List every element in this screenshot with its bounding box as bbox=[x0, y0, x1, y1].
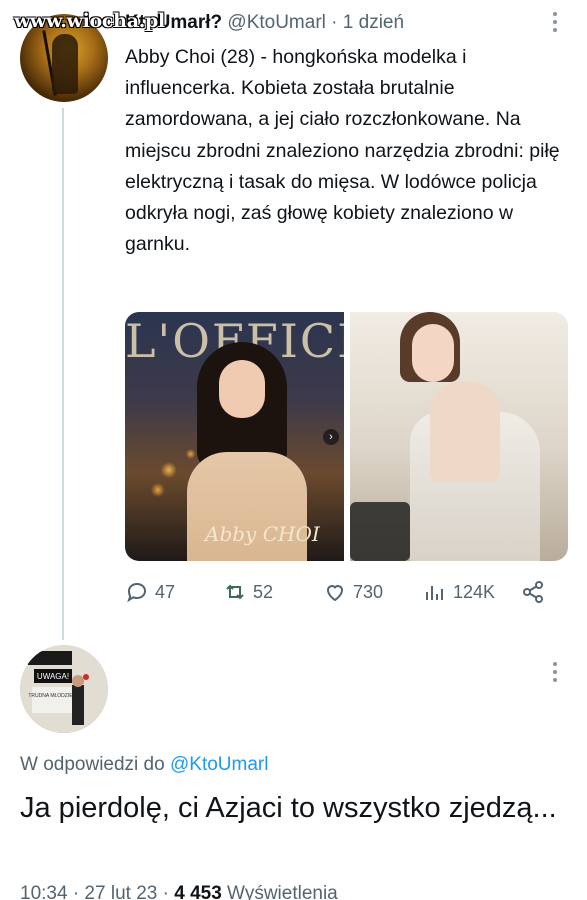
reply-to-line: W odpowiedzi do @KtoUmarl bbox=[20, 754, 268, 776]
tweet-actions: 47 52 730 124K bbox=[125, 580, 555, 610]
tweet-header: KtoUmarł? @KtoUmarl · 1 dzień bbox=[125, 12, 404, 34]
retweet-count: 52 bbox=[253, 581, 274, 602]
reply-icon bbox=[127, 582, 147, 603]
more-options-icon[interactable] bbox=[549, 10, 561, 34]
watermark: www.wiocha.pl bbox=[14, 10, 165, 32]
heart-icon bbox=[326, 585, 344, 602]
like-button[interactable]: 730 bbox=[323, 580, 383, 604]
cover-name: Abby CHOI bbox=[205, 522, 320, 546]
share-icon bbox=[523, 581, 543, 603]
media-photo-2[interactable] bbox=[350, 312, 568, 561]
reply-button[interactable]: 47 bbox=[125, 580, 175, 604]
like-count: 730 bbox=[353, 581, 384, 602]
separator: · bbox=[331, 12, 338, 33]
reply-count: 47 bbox=[155, 581, 176, 602]
avatar-sign-text: UWAGA! bbox=[37, 672, 69, 681]
reply-text: Ja pierdolę, ci Azjaci to wszystko zjedz… bbox=[20, 792, 557, 824]
tweet-text: Abby Choi (28) - hongkońska modelka i in… bbox=[125, 46, 560, 256]
reply-timestamp[interactable]: 10:34 · 27 lut 23 · bbox=[20, 883, 169, 900]
reply-meta: 10:34 · 27 lut 23 · 4 453 Wyświetlenia bbox=[20, 883, 338, 900]
analytics-icon bbox=[426, 586, 443, 600]
retweet-icon bbox=[226, 584, 244, 600]
views-count: 124K bbox=[453, 581, 496, 602]
reply-to-label: W odpowiedzi do bbox=[20, 754, 165, 775]
reply-more-options-icon[interactable] bbox=[549, 660, 561, 684]
reply-to-mention[interactable]: @KtoUmarl bbox=[170, 754, 268, 775]
avatar-sign-sub: TRUDNA MŁODZIEŻ bbox=[28, 692, 75, 699]
tweet-media[interactable]: L'OFFICIEL Abby CHOI › bbox=[125, 312, 568, 561]
reply-author-avatar[interactable]: UWAGA! TRUDNA MŁODZIEŻ bbox=[20, 645, 108, 733]
avatar-poster-graphic: UWAGA! TRUDNA MŁODZIEŻ bbox=[20, 645, 108, 733]
avatar-figure-shape bbox=[52, 34, 78, 94]
next-arrow-icon[interactable]: › bbox=[323, 429, 339, 445]
author-handle[interactable]: @KtoUmarl bbox=[227, 12, 325, 33]
reply-views-count: 4 453 bbox=[174, 883, 222, 900]
views-button[interactable]: 124K bbox=[423, 580, 495, 604]
reply-views-label: Wyświetlenia bbox=[227, 883, 338, 900]
share-button[interactable] bbox=[521, 580, 545, 604]
media-photo-1[interactable]: L'OFFICIEL Abby CHOI › bbox=[125, 312, 344, 561]
tweet-time[interactable]: 1 dzień bbox=[343, 12, 404, 33]
model-figure-2 bbox=[390, 312, 540, 561]
retweet-button[interactable]: 52 bbox=[223, 580, 273, 604]
thread-line bbox=[62, 108, 64, 640]
